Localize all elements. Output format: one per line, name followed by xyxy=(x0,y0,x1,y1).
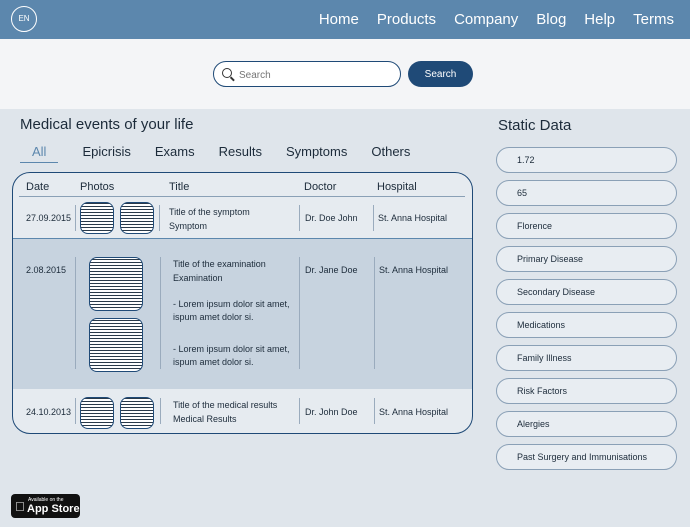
static-item-alergies[interactable]: Alergies xyxy=(496,411,677,437)
row-subtitle: Medical Results xyxy=(173,414,237,424)
static-data-title: Static Data xyxy=(498,117,572,134)
row-doctor: Dr. Doe John xyxy=(305,213,358,223)
row-note: - Lorem ipsum dolor sit amet, xyxy=(173,344,290,354)
tab-exams[interactable]: Exams xyxy=(155,144,195,163)
tab-symptoms[interactable]: Symptoms xyxy=(286,144,347,163)
app-store-big-text: App Store xyxy=(27,503,80,515)
column-divider xyxy=(160,398,161,424)
static-item-location[interactable]: Florence xyxy=(496,213,677,239)
static-item-weight[interactable]: 65 xyxy=(496,180,677,206)
column-divider xyxy=(299,205,300,231)
row-title[interactable]: Title of the examination xyxy=(173,258,266,271)
column-divider xyxy=(160,257,161,369)
photo-thumbnail[interactable] xyxy=(89,318,143,372)
column-divider xyxy=(75,257,76,369)
tab-epicrisis[interactable]: Epicrisis xyxy=(82,144,130,163)
static-item-height[interactable]: 1.72 xyxy=(496,147,677,173)
nav-company[interactable]: Company xyxy=(454,11,518,28)
event-tabs: All Epicrisis Exams Results Symptoms Oth… xyxy=(20,144,434,163)
photo-thumbnail[interactable] xyxy=(120,202,154,234)
row-date: 27.09.2015 xyxy=(26,213,72,223)
photo-thumbnail[interactable] xyxy=(80,397,114,429)
row-doctor: Dr. John Doe xyxy=(305,407,358,417)
table-row[interactable]: 2.08.2015 Title of the examination Exami… xyxy=(13,238,472,389)
apple-icon:  xyxy=(15,499,25,514)
column-divider xyxy=(299,257,300,369)
row-hospital: St. Anna Hospital xyxy=(378,213,448,223)
photo-thumbnail[interactable] xyxy=(120,397,154,429)
photo-thumbnail[interactable] xyxy=(80,202,114,234)
row-subtitle: Examination xyxy=(173,273,223,283)
language-button[interactable]: EN xyxy=(11,6,37,32)
column-header-hospital: Hospital xyxy=(377,181,417,193)
search-button[interactable]: Search xyxy=(408,61,473,87)
row-note: ispum amet dolor si. xyxy=(173,312,254,322)
column-divider xyxy=(75,205,76,231)
static-item-primary-disease[interactable]: Primary Disease xyxy=(496,246,677,272)
nav-home[interactable]: Home xyxy=(319,11,359,28)
search-box xyxy=(213,61,401,87)
search-input[interactable] xyxy=(237,65,391,85)
row-date: 24.10.2013 xyxy=(26,407,72,417)
row-note: ispum amet dolor si. xyxy=(173,357,254,367)
tab-all[interactable]: All xyxy=(20,144,59,163)
column-divider xyxy=(75,398,76,424)
static-item-secondary-disease[interactable]: Secondary Disease xyxy=(496,279,677,305)
nav-blog[interactable]: Blog xyxy=(536,11,566,28)
table-row[interactable]: 27.09.2015 Title of the symptom Symptom … xyxy=(13,197,472,237)
row-doctor: Dr. Jane Doe xyxy=(305,265,358,275)
photo-thumbnail[interactable] xyxy=(89,257,143,311)
column-header-photos: Photos xyxy=(80,181,115,193)
column-header-date: Date xyxy=(26,181,50,193)
tab-others[interactable]: Others xyxy=(371,144,410,163)
column-header-doctor: Doctor xyxy=(304,181,337,193)
search-band: Search xyxy=(0,39,690,109)
column-divider xyxy=(374,257,375,369)
row-date: 2.08.2015 xyxy=(26,265,67,275)
column-divider xyxy=(159,205,160,231)
top-nav: EN Home Products Company Blog Help Terms xyxy=(0,0,690,39)
table-row[interactable]: 24.10.2013 Title of the medical results … xyxy=(13,389,472,433)
row-title[interactable]: Title of the medical results xyxy=(173,399,277,412)
static-item-risk-factors[interactable]: Risk Factors xyxy=(496,378,677,404)
nav-terms[interactable]: Terms xyxy=(633,11,674,28)
column-divider xyxy=(374,398,375,424)
nav-products[interactable]: Products xyxy=(377,11,436,28)
row-subtitle: Symptom xyxy=(169,221,208,231)
static-item-family-illness[interactable]: Family Illness xyxy=(496,345,677,371)
events-table: Date Photos Title Doctor Hospital 27.09.… xyxy=(12,172,473,434)
search-icon xyxy=(222,68,232,78)
row-hospital: St. Anna Hospital xyxy=(379,407,449,417)
row-title[interactable]: Title of the symptom xyxy=(169,206,250,219)
static-item-past-surgery[interactable]: Past Surgery and Immunisations xyxy=(496,444,677,470)
row-note: - Lorem ipsum dolor sit amet, xyxy=(173,299,290,309)
static-item-medications[interactable]: Medications xyxy=(496,312,677,338)
row-hospital: St. Anna Hospital xyxy=(379,265,449,275)
events-title: Medical events of your life xyxy=(20,116,194,133)
column-header-title: Title xyxy=(169,181,190,193)
app-store-badge[interactable]:  Available on the App Store xyxy=(11,494,80,518)
main-nav: Home Products Company Blog Help Terms xyxy=(301,0,674,39)
column-divider xyxy=(299,398,300,424)
tab-results[interactable]: Results xyxy=(219,144,262,163)
column-divider xyxy=(373,205,374,231)
nav-help[interactable]: Help xyxy=(584,11,615,28)
